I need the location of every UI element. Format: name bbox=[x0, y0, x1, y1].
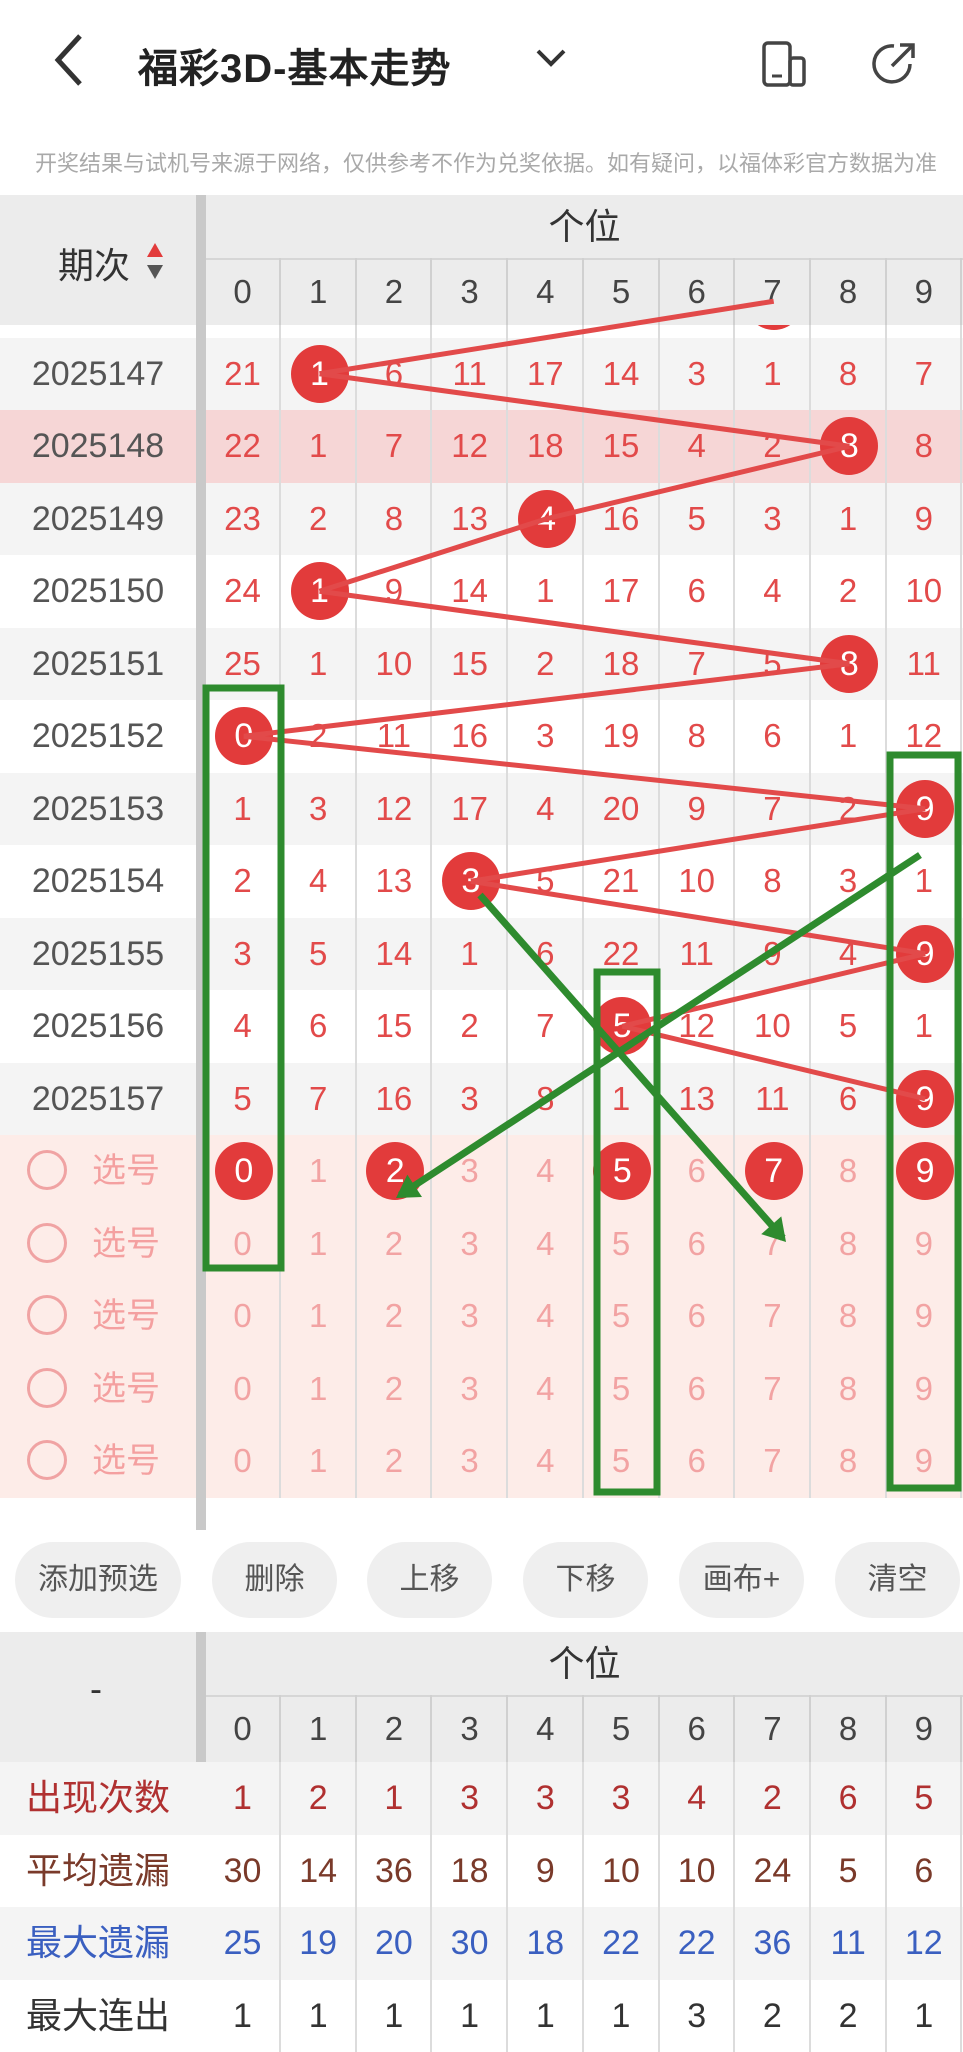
trend-line bbox=[547, 446, 850, 519]
stats-cell: 12 bbox=[887, 1907, 962, 1980]
stats-cell: 6 bbox=[887, 1835, 962, 1908]
action-button[interactable]: 上移 bbox=[367, 1542, 492, 1618]
stats-row: 平均遗漏30143618910102456 bbox=[0, 1835, 963, 1908]
stats-cell: 1 bbox=[585, 1980, 660, 2052]
column-header-9: 9 bbox=[887, 1695, 962, 1762]
stats-cell: 3 bbox=[585, 1762, 660, 1835]
stats-cell: 4 bbox=[660, 1762, 735, 1835]
green-box-0 bbox=[206, 688, 281, 1268]
trend-lines-overlay bbox=[0, 195, 963, 1530]
stats-cell: 2 bbox=[736, 1980, 811, 2052]
trend-line bbox=[244, 736, 925, 809]
trend-line bbox=[320, 591, 850, 664]
stats-cell: 30 bbox=[206, 1835, 281, 1908]
column-header-4: 4 bbox=[509, 1695, 584, 1762]
stats-group-header: 个位 bbox=[206, 1632, 963, 1697]
trend-chart: 2025146201951016132776202514721161117143… bbox=[0, 195, 963, 1530]
stats-cell: 3 bbox=[433, 1762, 508, 1835]
stats-cell: 10 bbox=[660, 1835, 735, 1908]
back-arrow-icon bbox=[50, 30, 90, 90]
trend-line bbox=[320, 519, 547, 592]
trend-line bbox=[320, 301, 774, 374]
action-button[interactable]: 删除 bbox=[212, 1542, 337, 1618]
stats-cell: 2 bbox=[812, 1980, 887, 2052]
stats-cell: 22 bbox=[660, 1907, 735, 1980]
stats-cell: 1 bbox=[357, 1980, 432, 2052]
share-button[interactable] bbox=[870, 40, 918, 93]
trend-line bbox=[244, 664, 850, 737]
title-dropdown[interactable] bbox=[535, 48, 567, 73]
stats-cell: 6 bbox=[812, 1762, 887, 1835]
action-button[interactable]: 添加预选 bbox=[15, 1542, 181, 1618]
stats-cell: 36 bbox=[736, 1907, 811, 1980]
stats-cell: 1 bbox=[206, 1980, 281, 2052]
layout-icon bbox=[760, 40, 808, 88]
page-title[interactable]: 福彩3D-基本走势 bbox=[138, 36, 451, 94]
back-button[interactable] bbox=[50, 30, 90, 90]
trend-line bbox=[622, 1026, 925, 1099]
app-header: 福彩3D-基本走势 bbox=[0, 0, 963, 125]
trend-line bbox=[320, 374, 850, 447]
action-button[interactable]: 清空 bbox=[835, 1542, 960, 1618]
stats-cell: 3 bbox=[509, 1762, 584, 1835]
trend-line bbox=[622, 954, 925, 1027]
stats-cell: 25 bbox=[206, 1907, 281, 1980]
stats-cell: 1 bbox=[206, 1762, 281, 1835]
stats-cell: 2 bbox=[282, 1762, 357, 1835]
column-header-8: 8 bbox=[812, 1695, 887, 1762]
stats-label: 平均遗漏 bbox=[0, 1835, 196, 1907]
stats-cell: 22 bbox=[585, 1907, 660, 1980]
stats-cell: 1 bbox=[433, 1980, 508, 2052]
stats-row: 最大连出1111113221 bbox=[0, 1980, 963, 2052]
column-header-5: 5 bbox=[585, 1695, 660, 1762]
stats-digit-header: 个位 0123456789 bbox=[206, 1632, 963, 1762]
stats-cell: 1 bbox=[887, 1980, 962, 2052]
stats-cell: 18 bbox=[433, 1835, 508, 1908]
column-header-6: 6 bbox=[660, 1695, 735, 1762]
column-header-7: 7 bbox=[736, 1695, 811, 1762]
stats-cell: 1 bbox=[357, 1762, 432, 1835]
stats-label: 最大遗漏 bbox=[0, 1907, 196, 1979]
green-stroke bbox=[480, 895, 783, 1238]
stats-row: 最大遗漏25192030182222361112 bbox=[0, 1907, 963, 1980]
action-button[interactable]: 画布+ bbox=[679, 1542, 804, 1618]
stats-cell: 5 bbox=[812, 1835, 887, 1908]
stats-corner: - bbox=[0, 1632, 196, 1762]
stats-row: 出现次数1213334265 bbox=[0, 1762, 963, 1835]
stats-cell: 10 bbox=[585, 1835, 660, 1908]
stats-cell: 14 bbox=[282, 1835, 357, 1908]
stats-cell: 9 bbox=[509, 1835, 584, 1908]
stats-cell: 24 bbox=[736, 1835, 811, 1908]
column-header-3: 3 bbox=[433, 1695, 508, 1762]
trend-line bbox=[471, 809, 925, 882]
stats-cell: 19 bbox=[282, 1907, 357, 1980]
stats-cell: 36 bbox=[357, 1835, 432, 1908]
column-header-1: 1 bbox=[282, 1695, 357, 1762]
stats-cell: 1 bbox=[282, 1980, 357, 2052]
stats-cell: 1 bbox=[509, 1980, 584, 2052]
stats-label: 最大连出 bbox=[0, 1980, 196, 2052]
stats-table: - 个位 0123456789 出现次数1213334265平均遗漏301436… bbox=[0, 1632, 963, 2050]
stats-cell: 2 bbox=[736, 1762, 811, 1835]
stats-cell: 5 bbox=[887, 1762, 962, 1835]
layout-button[interactable] bbox=[760, 40, 808, 93]
disclaimer-text: 开奖结果与试机号来源于网络，仅供参考不作为兑奖依据。如有疑问，以福体彩官方数据为… bbox=[35, 146, 937, 178]
stats-label: 出现次数 bbox=[0, 1762, 196, 1834]
chevron-down-icon bbox=[535, 48, 567, 68]
stats-cell: 18 bbox=[509, 1907, 584, 1980]
column-header-0: 0 bbox=[206, 1695, 281, 1762]
stats-cell: 20 bbox=[357, 1907, 432, 1980]
stats-cell: 3 bbox=[660, 1980, 735, 2052]
action-bar: 添加预选删除上移下移画布+ 清空 bbox=[0, 1530, 963, 1630]
column-header-2: 2 bbox=[357, 1695, 432, 1762]
stats-cell: 11 bbox=[812, 1907, 887, 1980]
share-icon bbox=[870, 40, 918, 88]
stats-corner-label: - bbox=[90, 1668, 102, 1710]
stats-cell: 30 bbox=[433, 1907, 508, 1980]
action-button[interactable]: 下移 bbox=[523, 1542, 648, 1618]
